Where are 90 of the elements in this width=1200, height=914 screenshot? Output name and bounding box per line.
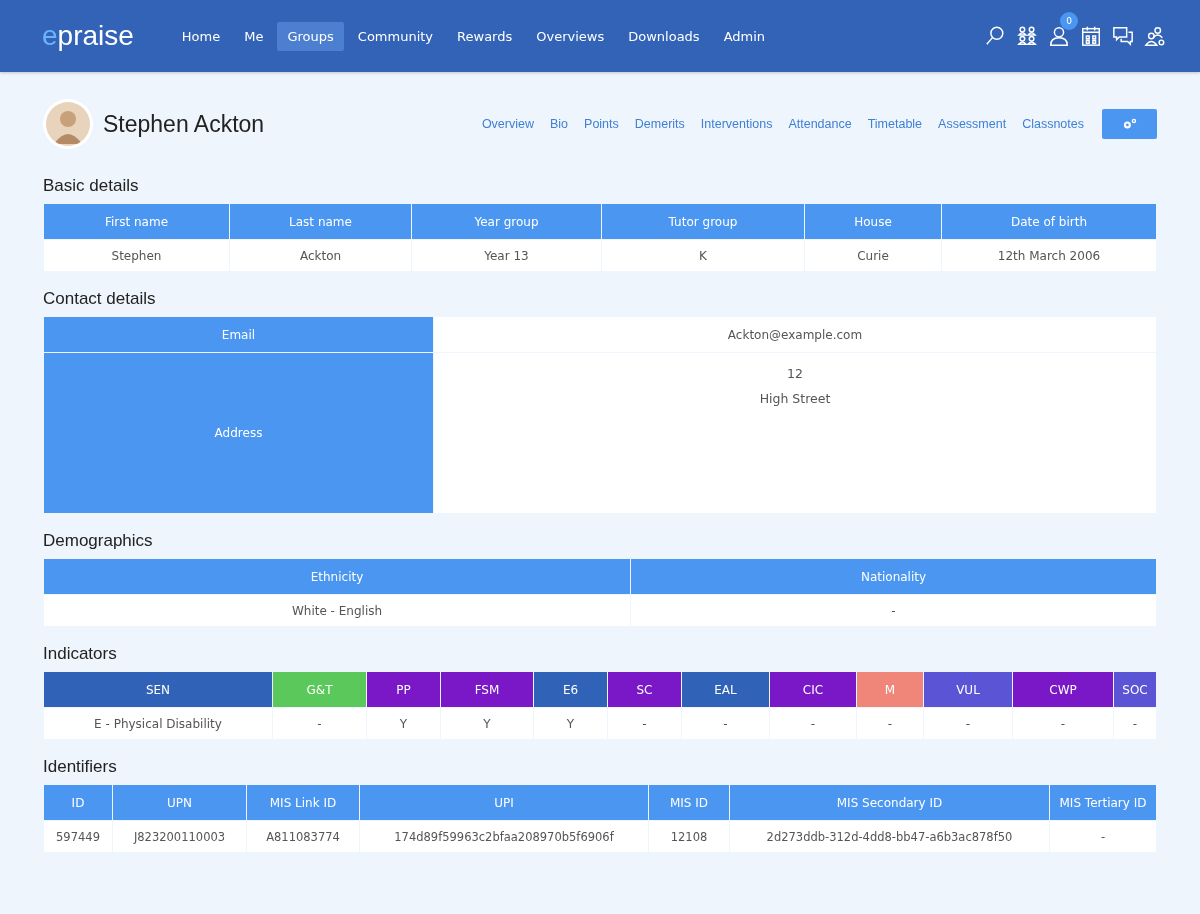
column-header: Nationality xyxy=(630,558,1157,595)
user-icon[interactable] xyxy=(1048,25,1070,47)
nav-link[interactable]: Rewards xyxy=(447,21,523,51)
table-cell: 2d273ddb-312d-4dd8-bb47-a6b3ac878f50 xyxy=(729,820,1050,853)
section-title: Demographics xyxy=(43,531,154,551)
nav-link[interactable]: Home xyxy=(171,21,231,51)
indicator-header: CWP xyxy=(1012,671,1114,708)
indicator-header: G&T xyxy=(272,671,367,708)
address-line: High Street xyxy=(758,390,832,408)
table-cell: - xyxy=(607,707,682,740)
indicator-header: SEN xyxy=(43,671,273,708)
table-cell: Year 13 xyxy=(411,239,602,272)
address-line: 12 xyxy=(786,365,804,383)
table-cell: 12108 xyxy=(648,820,730,853)
column-header: Last name xyxy=(229,203,412,240)
table-cell: Ackton@example.com xyxy=(433,316,1157,353)
table-cell: E - Physical Disability xyxy=(43,707,273,740)
profile-tab[interactable]: Points xyxy=(584,117,619,131)
indicator-header: VUL xyxy=(923,671,1013,708)
table-cell: - xyxy=(923,707,1013,740)
nav-link[interactable]: Overviews xyxy=(526,21,615,51)
profile-tab[interactable]: Demerits xyxy=(634,117,685,131)
table-cell: - xyxy=(856,707,924,740)
indicator-header: FSM xyxy=(440,671,534,708)
column-header: MIS ID xyxy=(648,784,730,821)
profile-tab[interactable]: Interventions xyxy=(700,117,773,131)
table-cell: - xyxy=(272,707,367,740)
indicator-header: PP xyxy=(366,671,441,708)
table-cell: Y xyxy=(533,707,608,740)
column-header: MIS Secondary ID xyxy=(729,784,1050,821)
indicator-header: EAL xyxy=(681,671,770,708)
logo[interactable]: epraise xyxy=(42,20,134,52)
indicator-header: CIC xyxy=(769,671,857,708)
indicator-header: SC xyxy=(607,671,682,708)
table-cell: J823200110003 xyxy=(112,820,247,853)
column-header: MIS Tertiary ID xyxy=(1049,784,1157,821)
column-header: ID xyxy=(43,784,113,821)
column-header: UPN xyxy=(112,784,247,821)
nav-link[interactable]: Downloads xyxy=(618,21,710,51)
table-cell: Curie xyxy=(804,239,942,272)
avatar xyxy=(43,99,93,149)
nav-link[interactable]: Me xyxy=(234,21,274,51)
row-header: Address xyxy=(43,352,434,514)
nav-link[interactable]: Community xyxy=(347,21,444,51)
table-cell: Y xyxy=(366,707,441,740)
indicator-header: E6 xyxy=(533,671,608,708)
indicator-header: M xyxy=(856,671,924,708)
profile-tab[interactable]: Bio xyxy=(549,117,569,131)
profile-tab[interactable]: Overview xyxy=(481,117,534,131)
indicator-header: SOC xyxy=(1113,671,1157,708)
table-cell: Ackton xyxy=(229,239,412,272)
column-header: Tutor group xyxy=(601,203,805,240)
section-title: Contact details xyxy=(43,289,157,309)
profile-tab[interactable]: Timetable xyxy=(867,117,923,131)
notification-badge: 0 xyxy=(1060,12,1078,30)
nav-link[interactable]: Admin xyxy=(713,21,776,51)
table-cell: A811083774 xyxy=(246,820,360,853)
settings-button[interactable] xyxy=(1102,109,1157,139)
profile-tab[interactable]: Classnotes xyxy=(1022,117,1084,131)
column-header: First name xyxy=(43,203,230,240)
table-cell: - xyxy=(1049,820,1157,853)
row-header: Email xyxy=(43,316,434,353)
student-name: Stephen Ackton xyxy=(103,110,266,138)
calendar-icon[interactable] xyxy=(1080,25,1102,47)
people-group-icon[interactable] xyxy=(1016,25,1038,47)
table-cell: K xyxy=(601,239,805,272)
column-header: House xyxy=(804,203,942,240)
table-cell: 597449 xyxy=(43,820,113,853)
column-header: Ethnicity xyxy=(43,558,631,595)
column-header: Date of birth xyxy=(941,203,1157,240)
table-cell: - xyxy=(630,594,1157,627)
table-cell: Y xyxy=(440,707,534,740)
search-icon[interactable] xyxy=(984,25,1006,47)
table-cell: White - English xyxy=(43,594,631,627)
profile-tab[interactable]: Assessment xyxy=(938,117,1007,131)
nav-link[interactable]: Groups xyxy=(277,21,344,51)
table-cell: - xyxy=(681,707,770,740)
table-cell: - xyxy=(769,707,857,740)
column-header: Year group xyxy=(411,203,602,240)
chat-bubbles-icon[interactable] xyxy=(1112,25,1134,47)
table-cell: 12th March 2006 xyxy=(941,239,1157,272)
table-cell: 174d89f59963c2bfaa208970b5f6906f xyxy=(359,820,649,853)
section-title: Identifiers xyxy=(43,757,118,777)
section-title: Basic details xyxy=(43,176,140,196)
column-header: UPI xyxy=(359,784,649,821)
table-cell: Stephen xyxy=(43,239,230,272)
profile-tab[interactable]: Attendance xyxy=(788,117,852,131)
table-cell: - xyxy=(1012,707,1114,740)
column-header: MIS Link ID xyxy=(246,784,360,821)
section-title: Indicators xyxy=(43,644,118,664)
